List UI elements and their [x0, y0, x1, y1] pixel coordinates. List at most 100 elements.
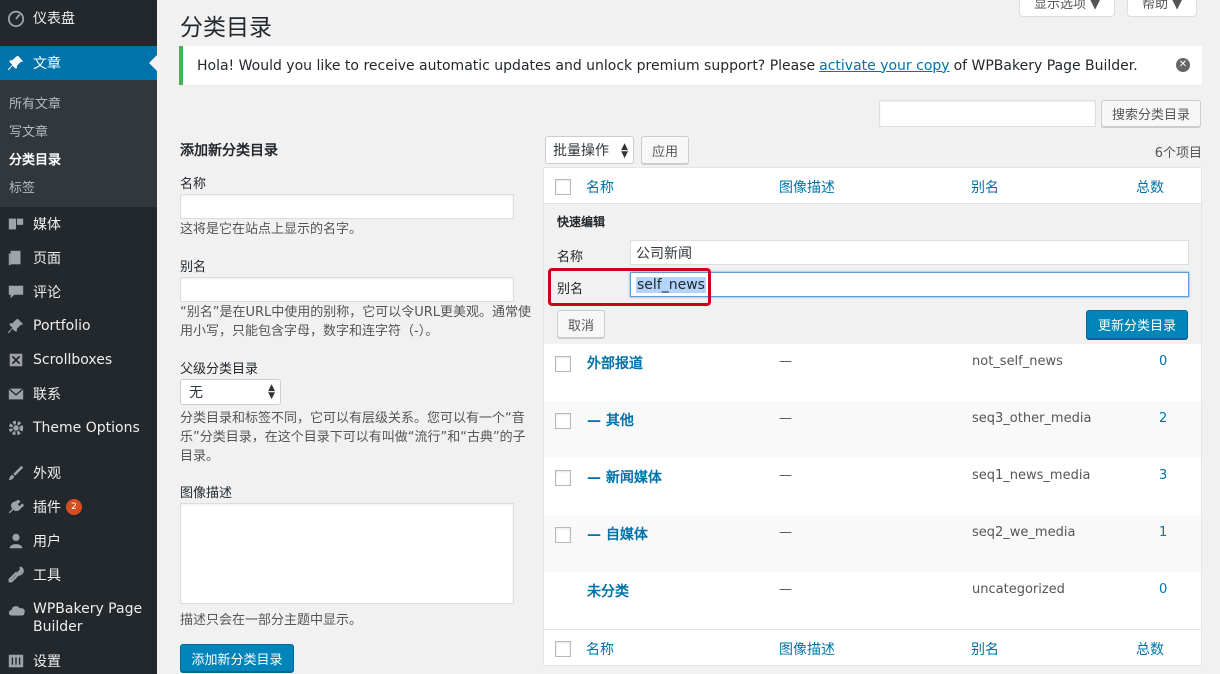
- apply-button[interactable]: 应用: [641, 136, 689, 164]
- name-help: 这将是它在站点上显示的名字。: [180, 222, 363, 237]
- add-category-button[interactable]: 添加新分类目录: [180, 644, 294, 672]
- slug-label: 别名: [180, 260, 207, 275]
- name-input[interactable]: [180, 194, 514, 219]
- column-slug[interactable]: 别名: [971, 177, 999, 197]
- row-checkbox[interactable]: [555, 527, 571, 543]
- quick-edit-slug-input[interactable]: self_news: [630, 272, 1189, 297]
- table-row: 外部报道 — not_self_news 0: [544, 344, 1201, 401]
- footer-column-slug[interactable]: 别名: [971, 639, 999, 659]
- quick-edit-name-value: 公司新闻: [636, 245, 692, 262]
- description-label: 图像描述: [180, 486, 233, 501]
- row-name-link[interactable]: 外部报道: [587, 353, 643, 373]
- row-name-link[interactable]: 未分类: [587, 581, 629, 601]
- gear-icon: [0, 419, 33, 437]
- menu-contact[interactable]: 联系: [0, 382, 157, 406]
- row-name-link[interactable]: — 新闻媒体: [587, 467, 662, 487]
- row-name-link[interactable]: — 其他: [587, 410, 634, 430]
- row-count-link[interactable]: 3: [1159, 468, 1167, 483]
- row-count-link[interactable]: 2: [1159, 411, 1167, 426]
- slug-help: “别名”是在URL中使用的别称，它可以令URL更美观。通常使用小写，只能包含字母…: [180, 305, 532, 339]
- select-all-checkbox[interactable]: [555, 179, 571, 195]
- pin-icon: [0, 317, 33, 335]
- submenu-new-post[interactable]: 写文章: [9, 121, 48, 140]
- row-checkbox[interactable]: [555, 356, 571, 372]
- menu-settings[interactable]: 设置: [0, 649, 157, 673]
- help-tab[interactable]: 帮助 ▼: [1127, 0, 1198, 17]
- page-icon: [0, 249, 33, 267]
- name-label: 名称: [180, 177, 207, 192]
- row-slug: not_self_news: [972, 354, 1063, 369]
- row-description: —: [779, 582, 792, 597]
- menu-pages[interactable]: 页面: [0, 246, 157, 270]
- screen-options-tab[interactable]: 显示选项 ▼: [1019, 0, 1116, 17]
- submenu-tags[interactable]: 标签: [9, 177, 35, 196]
- menu-tools[interactable]: 工具: [0, 563, 157, 587]
- bulk-action-select[interactable]: 批量操作 ▲ ▼: [545, 136, 634, 164]
- search-categories-button[interactable]: 搜索分类目录: [1101, 100, 1201, 127]
- footer-column-description[interactable]: 图像描述: [779, 639, 835, 659]
- menu-media[interactable]: 媒体: [0, 212, 157, 236]
- select-all-footer-checkbox[interactable]: [555, 641, 571, 657]
- parent-label: 父级分类目录: [180, 362, 259, 377]
- quick-edit-name-input[interactable]: 公司新闻: [630, 240, 1189, 265]
- row-checkbox[interactable]: [555, 413, 571, 429]
- table-row: — 其他 — seq3_other_media 2: [544, 401, 1201, 458]
- menu-portfolio[interactable]: Portfolio: [0, 314, 157, 338]
- menu-wpbakery[interactable]: WPBakery Page Builder: [0, 600, 157, 636]
- footer-column-count[interactable]: 总数: [1136, 639, 1164, 659]
- row-description: —: [779, 468, 792, 483]
- menu-posts[interactable]: 文章: [0, 46, 157, 80]
- footer-divider: [544, 629, 1201, 630]
- row-slug: seq1_news_media: [972, 468, 1091, 483]
- menu-dashboard[interactable]: 仪表盘: [0, 6, 157, 30]
- menu-appearance[interactable]: 外观: [0, 461, 157, 485]
- pin-icon: [0, 54, 33, 72]
- menu-comments[interactable]: 评论: [0, 280, 157, 304]
- cancel-button[interactable]: 取消: [557, 310, 605, 338]
- parent-select[interactable]: 无 ▲ ▼: [180, 379, 281, 405]
- menu-wpbakery-label: WPBakery Page Builder: [33, 601, 143, 635]
- description-textarea[interactable]: [180, 503, 514, 604]
- row-checkbox[interactable]: [555, 470, 571, 486]
- submenu-all-posts[interactable]: 所有文章: [9, 93, 61, 112]
- dashboard-icon: [0, 9, 33, 27]
- row-count-link[interactable]: 1: [1159, 525, 1167, 540]
- row-count-link[interactable]: 0: [1159, 582, 1167, 597]
- menu-posts-label: 文章: [33, 56, 61, 72]
- media-icon: [0, 215, 33, 233]
- menu-portfolio-label: Portfolio: [33, 318, 91, 334]
- menu-plugins[interactable]: 插件 2: [0, 495, 157, 519]
- footer-column-name[interactable]: 名称: [586, 639, 614, 659]
- update-category-button[interactable]: 更新分类目录: [1086, 310, 1188, 339]
- dismiss-icon[interactable]: ✕: [1176, 58, 1190, 72]
- slug-input[interactable]: [180, 277, 514, 302]
- row-slug: uncategorized: [972, 582, 1065, 597]
- row-name-link[interactable]: — 自媒体: [587, 524, 648, 544]
- row-description: —: [779, 411, 792, 426]
- menu-users[interactable]: 用户: [0, 529, 157, 553]
- plugin-icon: [0, 498, 33, 516]
- menu-scrollboxes[interactable]: Scrollboxes: [0, 348, 157, 372]
- active-arrow: [149, 55, 157, 71]
- user-icon: [0, 532, 33, 550]
- close-box-icon: [0, 351, 33, 369]
- comment-icon: [0, 283, 33, 301]
- menu-settings-label: 设置: [33, 654, 61, 670]
- parent-select-value: 无: [189, 385, 203, 401]
- category-search-input[interactable]: [879, 100, 1096, 127]
- wrench-icon: [0, 566, 33, 584]
- admin-sidebar: 仪表盘 文章 所有文章 写文章 分类目录 标签 媒体 页面 评论 Portfol…: [0, 0, 157, 674]
- column-name[interactable]: 名称: [586, 177, 614, 197]
- description-help: 描述只会在一部分主题中显示。: [180, 613, 363, 628]
- cloud-icon: [0, 600, 33, 620]
- notice-text-after: of WPBakery Page Builder.: [953, 57, 1138, 74]
- activate-link[interactable]: activate your copy: [819, 58, 949, 74]
- table-row: 未分类 — uncategorized 0: [544, 572, 1201, 629]
- menu-theme-options[interactable]: Theme Options: [0, 416, 157, 440]
- column-count[interactable]: 总数: [1136, 177, 1164, 197]
- row-count-link[interactable]: 0: [1159, 354, 1167, 369]
- menu-theme-options-label: Theme Options: [33, 420, 140, 436]
- quick-edit-name-label: 名称: [557, 250, 584, 265]
- column-description[interactable]: 图像描述: [779, 177, 835, 197]
- submenu-categories[interactable]: 分类目录: [9, 149, 61, 168]
